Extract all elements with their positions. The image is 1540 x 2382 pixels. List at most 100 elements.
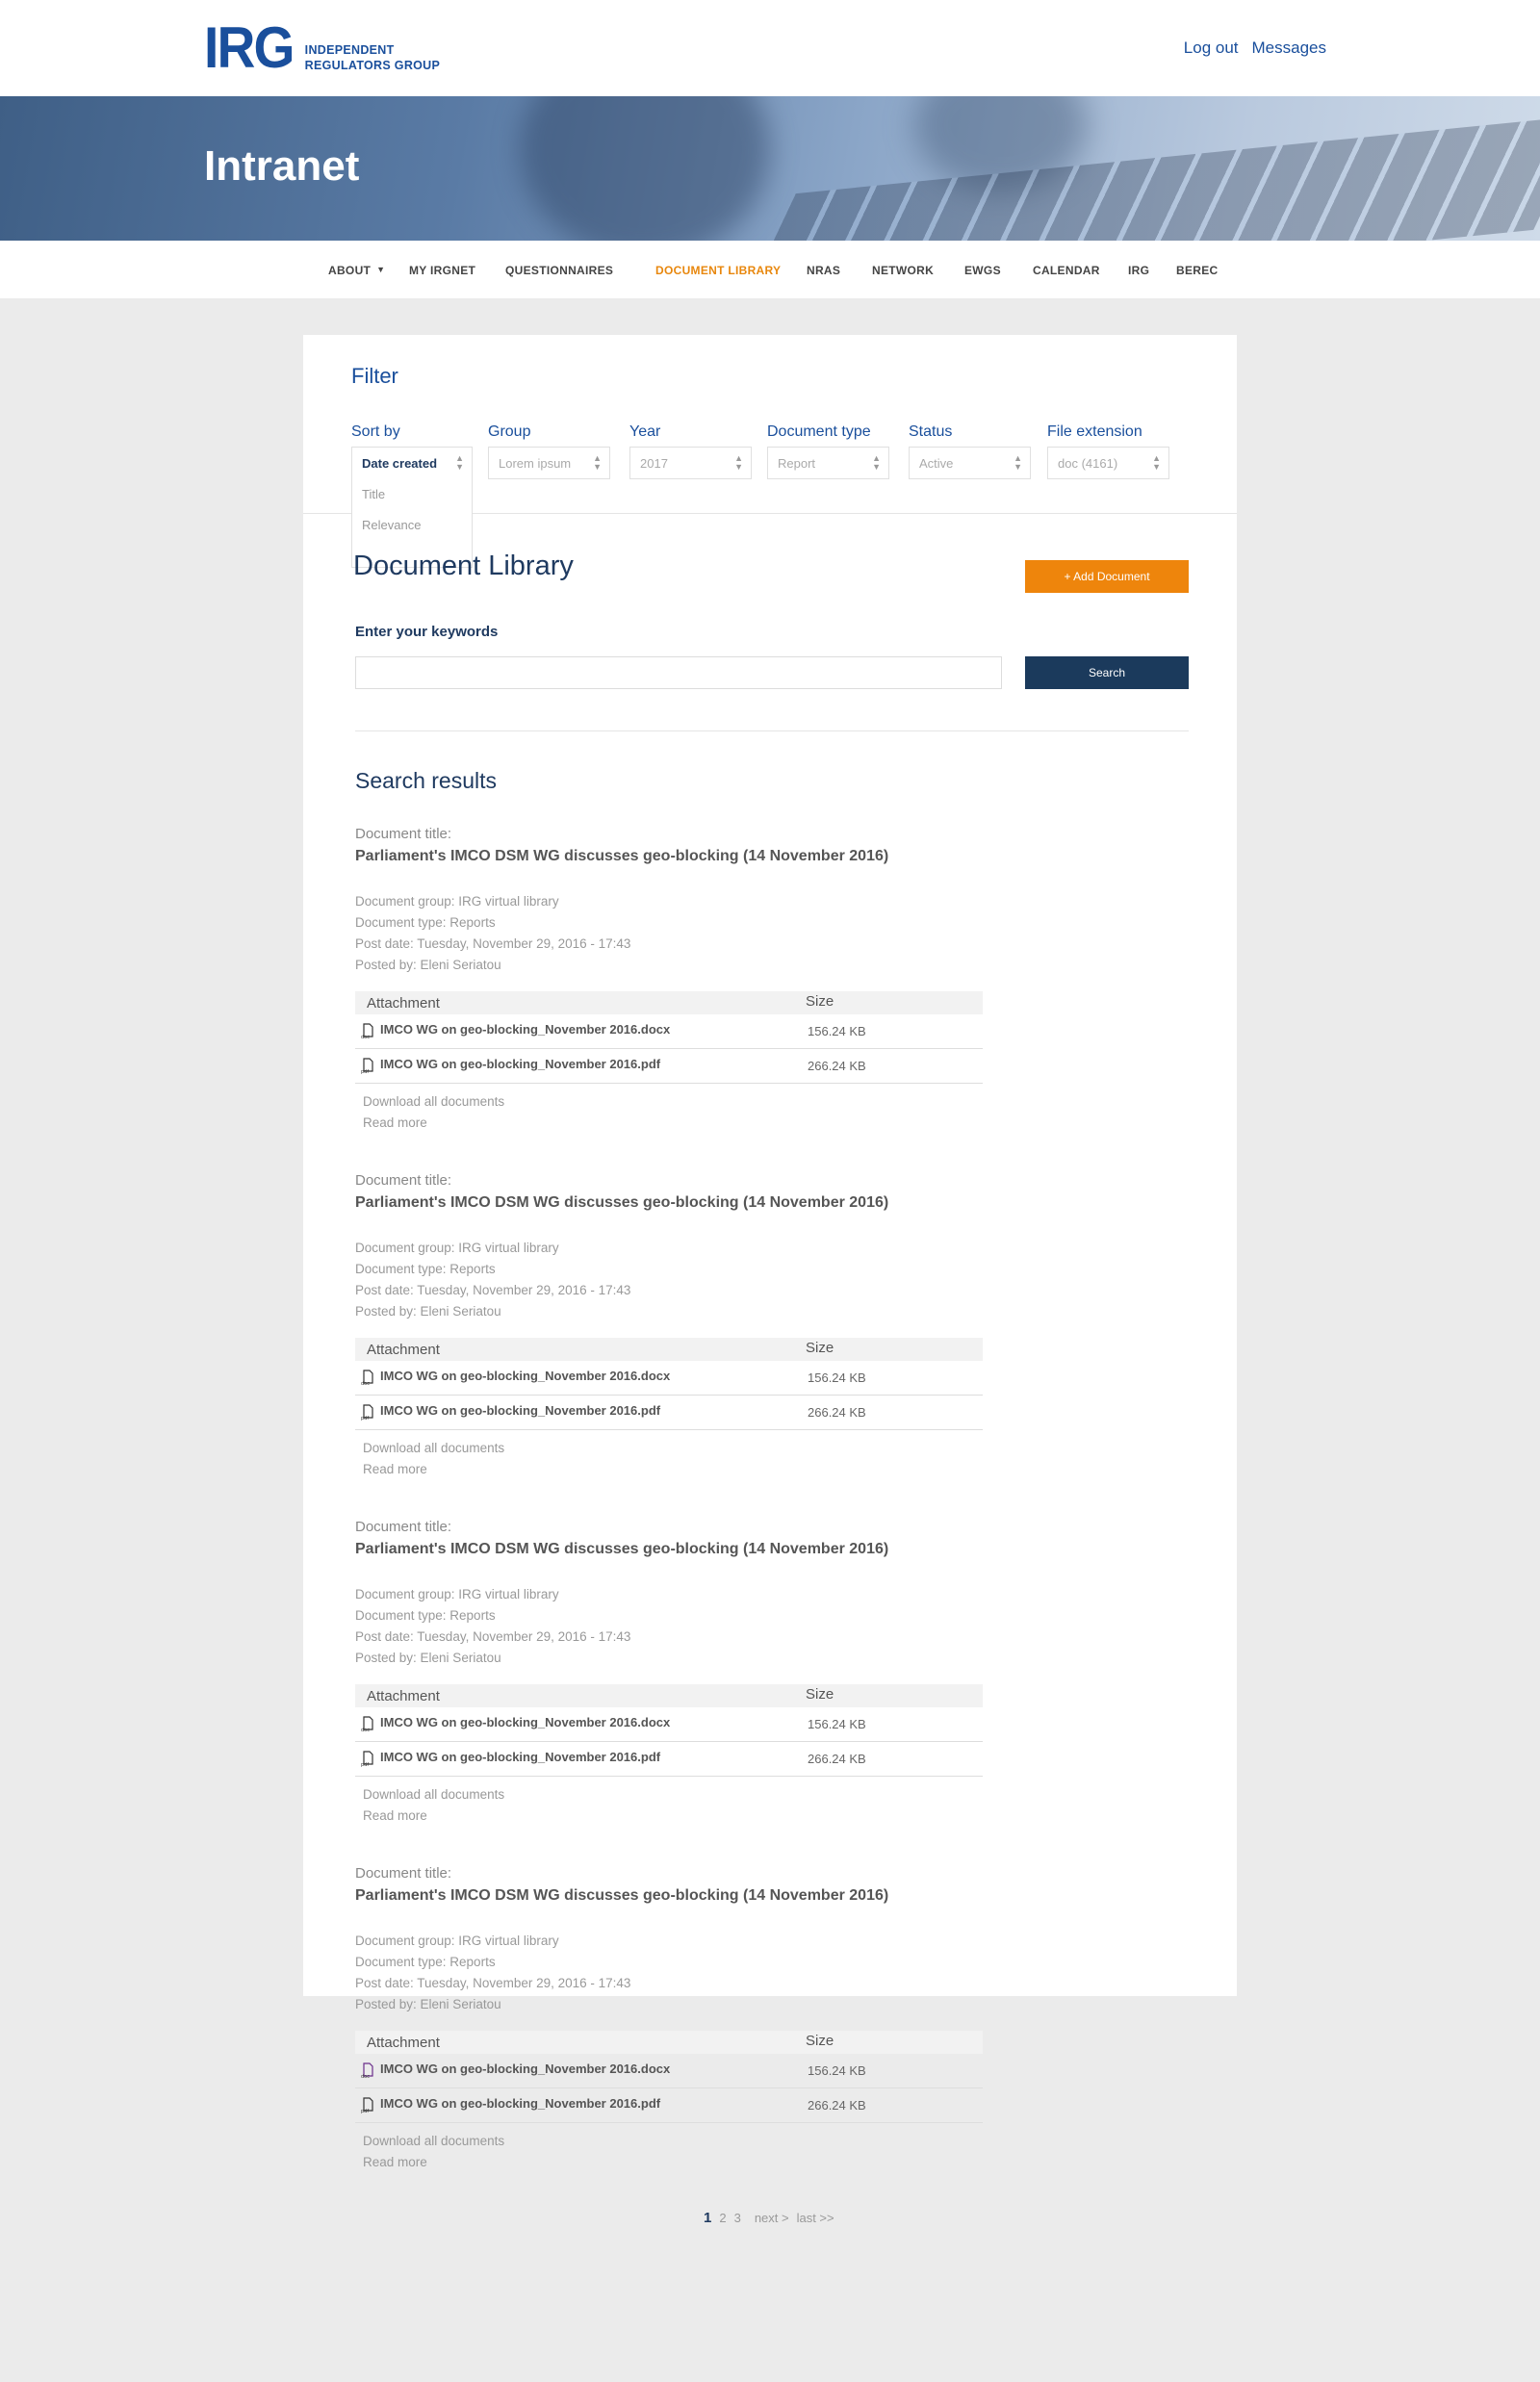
attachment-row[interactable]: doc IMCO WG on geo-blocking_November 201… (355, 2054, 983, 2088)
main-nav: ABOUT ▼ MY IRGNET QUESTIONNAIRES DOCUMENT… (0, 241, 1540, 298)
svg-text:doc: doc (361, 1728, 370, 1732)
logout-link[interactable]: Log out (1184, 38, 1239, 58)
filter-title: Filter (351, 364, 398, 388)
result-type: Document type: Reports (355, 915, 496, 930)
result-title-label: Document title: (355, 1865, 452, 1882)
svg-text:pdf: pdf (361, 1762, 369, 1767)
download-all-link[interactable]: Download all documents (363, 1441, 504, 1455)
nav-item-network[interactable]: NETWORK (872, 264, 934, 277)
nav-item-about[interactable]: ABOUT ▼ (328, 264, 385, 277)
svg-text:pdf: pdf (361, 1416, 369, 1421)
attachment-row[interactable]: doc IMCO WG on geo-blocking_November 201… (355, 1707, 983, 1742)
document-type-select[interactable]: Report ▲ ▼ (767, 447, 889, 479)
search-button[interactable]: Search (1025, 656, 1189, 689)
attachment-size: 266.24 KB (808, 2098, 866, 2113)
attachment-filename[interactable]: IMCO WG on geo-blocking_November 2016.pd… (380, 1057, 660, 1071)
docx-file-icon: doc (361, 1370, 373, 1386)
result-type: Document type: Reports (355, 1608, 496, 1623)
attachment-size: 266.24 KB (808, 1405, 866, 1420)
select-arrows-icon: ▲ ▼ (1014, 453, 1022, 472)
attachment-filename[interactable]: IMCO WG on geo-blocking_November 2016.pd… (380, 1403, 660, 1418)
result-title[interactable]: Parliament's IMCO DSM WG discusses geo-b… (355, 848, 888, 865)
sort-option-title[interactable]: Title (362, 487, 385, 501)
download-all-link[interactable]: Download all documents (363, 2134, 504, 2148)
download-all-link[interactable]: Download all documents (363, 1787, 504, 1802)
page-3-link[interactable]: 3 (734, 2211, 741, 2225)
attachment-row[interactable]: pdf IMCO WG on geo-blocking_November 201… (355, 2088, 983, 2123)
result-item: Document title: Parliament's IMCO DSM WG… (355, 1172, 990, 1490)
hero-image-hand (520, 96, 770, 241)
attachment-table-header: Attachment Size (355, 1338, 983, 1361)
result-group: Document group: IRG virtual library (355, 894, 559, 909)
read-more-link[interactable]: Read more (363, 1808, 427, 1823)
nav-item-calendar[interactable]: CALENDAR (1033, 264, 1100, 277)
attachment-size: 156.24 KB (808, 1370, 866, 1385)
result-group: Document group: IRG virtual library (355, 1241, 559, 1255)
group-select[interactable]: Lorem ipsum ▲ ▼ (488, 447, 610, 479)
file-extension-select[interactable]: doc (4161) ▲ ▼ (1047, 447, 1169, 479)
attachment-filename[interactable]: IMCO WG on geo-blocking_November 2016.do… (380, 1022, 670, 1037)
attachment-size: 156.24 KB (808, 2063, 866, 2078)
keywords-input[interactable] (355, 656, 1002, 689)
result-date: Post date: Tuesday, November 29, 2016 - … (355, 1976, 631, 1990)
pdf-file-icon: pdf (361, 1404, 373, 1421)
page-1-link[interactable]: 1 (704, 2210, 711, 2226)
page-2-link[interactable]: 2 (719, 2211, 726, 2225)
sort-option-relevance[interactable]: Relevance (362, 518, 421, 532)
attachment-row[interactable]: pdf IMCO WG on geo-blocking_November 201… (355, 1742, 983, 1777)
nav-item-irg[interactable]: IRG (1128, 264, 1149, 277)
search-results-title: Search results (355, 768, 498, 793)
result-posted-by: Posted by: Eleni Seriatou (355, 1651, 501, 1665)
attachment-row[interactable]: doc IMCO WG on geo-blocking_November 201… (355, 1361, 983, 1396)
next-page-link[interactable]: next > (755, 2211, 789, 2225)
nav-item-document-library[interactable]: DOCUMENT LIBRARY (655, 264, 781, 277)
keywords-label: Enter your keywords (355, 624, 499, 640)
caret-down-icon: ▼ (376, 265, 386, 274)
nav-item-label: ABOUT (328, 264, 372, 277)
irg-logo[interactable]: IRG INDEPENDENT REGULATORS GROUP (204, 15, 440, 80)
attachment-filename[interactable]: IMCO WG on geo-blocking_November 2016.do… (380, 1715, 670, 1729)
result-posted-by: Posted by: Eleni Seriatou (355, 1997, 501, 2011)
nav-item-berec[interactable]: BEREC (1176, 264, 1219, 277)
read-more-link[interactable]: Read more (363, 1462, 427, 1476)
select-arrows-icon: ▲ ▼ (734, 453, 743, 472)
result-title[interactable]: Parliament's IMCO DSM WG discusses geo-b… (355, 1887, 888, 1905)
attachment-row[interactable]: pdf IMCO WG on geo-blocking_November 201… (355, 1049, 983, 1084)
attachment-header: Attachment (367, 2035, 440, 2051)
messages-link[interactable]: Messages (1252, 38, 1326, 58)
hero-image-keyboard (741, 115, 1540, 241)
document-type-select-value: Report (778, 456, 816, 471)
result-item: Document title: Parliament's IMCO DSM WG… (355, 1519, 990, 1836)
attachment-header: Attachment (367, 1688, 440, 1704)
attachment-filename[interactable]: IMCO WG on geo-blocking_November 2016.do… (380, 2062, 670, 2076)
nav-item-questionnaires[interactable]: QUESTIONNAIRES (505, 264, 613, 277)
nav-item-nras[interactable]: NRAS (807, 264, 840, 277)
sort-option-date-created[interactable]: Date created (362, 456, 437, 471)
attachment-filename[interactable]: IMCO WG on geo-blocking_November 2016.do… (380, 1369, 670, 1383)
result-group: Document group: IRG virtual library (355, 1934, 559, 1948)
attachment-size: 266.24 KB (808, 1059, 866, 1073)
result-title[interactable]: Parliament's IMCO DSM WG discusses geo-b… (355, 1541, 888, 1558)
result-title-label: Document title: (355, 1172, 452, 1189)
pdf-file-icon: pdf (361, 1058, 373, 1074)
last-page-link[interactable]: last >> (797, 2211, 834, 2225)
attachment-row[interactable]: pdf IMCO WG on geo-blocking_November 201… (355, 1396, 983, 1430)
nav-item-ewgs[interactable]: EWGS (964, 264, 1001, 277)
result-title[interactable]: Parliament's IMCO DSM WG discusses geo-b… (355, 1194, 888, 1212)
pagination: 1 2 3 next > last >> (704, 2210, 834, 2226)
logo-mark: IRG (204, 15, 295, 80)
status-select[interactable]: Active ▲ ▼ (909, 447, 1031, 479)
year-select[interactable]: 2017 ▲ ▼ (629, 447, 752, 479)
nav-item-my-irgnet[interactable]: MY IRGNET (409, 264, 475, 277)
docx-file-icon: doc (361, 2062, 373, 2079)
attachment-filename[interactable]: IMCO WG on geo-blocking_November 2016.pd… (380, 2096, 660, 2111)
download-all-link[interactable]: Download all documents (363, 1094, 504, 1109)
attachment-row[interactable]: doc IMCO WG on geo-blocking_November 201… (355, 1014, 983, 1049)
read-more-link[interactable]: Read more (363, 1115, 427, 1130)
result-group: Document group: IRG virtual library (355, 1587, 559, 1601)
attachment-filename[interactable]: IMCO WG on geo-blocking_November 2016.pd… (380, 1750, 660, 1764)
read-more-link[interactable]: Read more (363, 2155, 427, 2169)
logo-text: INDEPENDENT REGULATORS GROUP (305, 42, 440, 73)
select-arrows-icon: ▲ ▼ (872, 453, 881, 472)
add-document-button[interactable]: + Add Document (1025, 560, 1189, 593)
